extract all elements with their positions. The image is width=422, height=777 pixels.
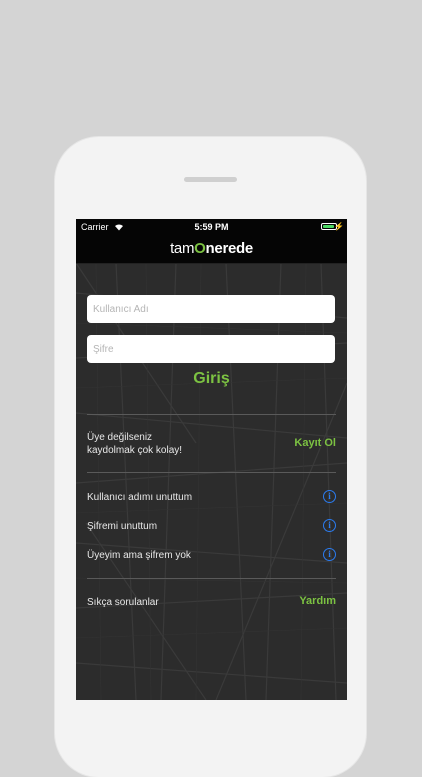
logo-part-tam: tam (170, 240, 195, 257)
divider (87, 414, 336, 415)
app-screen: Carrier 5:59 PM ⚡ tamOnerede Giriş Üye d… (76, 219, 347, 700)
password-input[interactable] (87, 335, 335, 363)
nav-bar: tamOnerede (76, 235, 347, 264)
info-icon[interactable]: i (323, 490, 336, 503)
logo-part-nerede: nerede (205, 240, 254, 257)
app-logo: tamOnerede (76, 240, 347, 257)
phone-speaker (184, 177, 237, 182)
battery-fill (323, 225, 334, 228)
register-prompt: Üye değilseniz kaydolmak çok kolay! (87, 431, 182, 457)
divider (87, 578, 336, 579)
login-button[interactable]: Giriş (76, 369, 347, 389)
phone-mockup: Carrier 5:59 PM ⚡ tamOnerede Giriş Üye d… (55, 137, 366, 777)
faq-label: Sıkça sorulanlar (87, 597, 159, 608)
forgot-username-label: Kullanıcı adımı unuttum (87, 492, 193, 503)
no-password-label: Üyeyim ama şifrem yok (87, 550, 191, 561)
logo-part-o: O (194, 240, 206, 257)
charging-icon: ⚡ (334, 222, 344, 231)
map-background (76, 263, 347, 700)
register-prompt-line2: kaydolmak çok kolay! (87, 445, 183, 456)
register-prompt-line1: Üye değilseniz (87, 432, 153, 443)
help-button[interactable]: Yardım (299, 595, 336, 607)
register-button[interactable]: Kayıt Ol (294, 437, 336, 449)
divider (87, 472, 336, 473)
forgot-password-label: Şifremi unuttum (87, 521, 158, 532)
status-time: 5:59 PM (194, 222, 229, 232)
username-input[interactable] (87, 295, 335, 323)
info-icon[interactable]: i (323, 548, 336, 561)
status-bar: Carrier 5:59 PM ⚡ (76, 219, 347, 235)
info-icon[interactable]: i (323, 519, 336, 532)
